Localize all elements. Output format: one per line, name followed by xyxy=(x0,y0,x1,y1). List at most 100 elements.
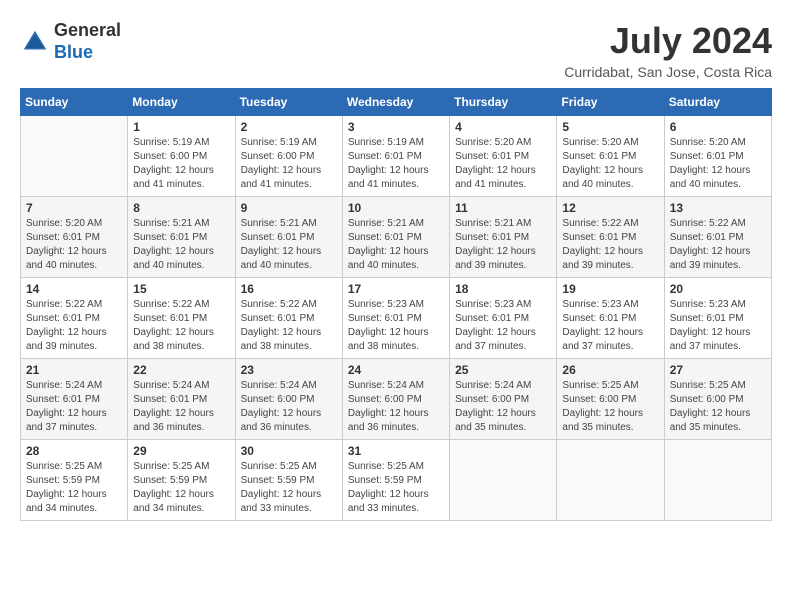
week-row-5: 28 Sunrise: 5:25 AM Sunset: 5:59 PM Dayli… xyxy=(21,440,772,521)
day-number: 28 xyxy=(26,444,122,458)
day-number: 17 xyxy=(348,282,444,296)
day-info: Sunrise: 5:24 AM Sunset: 6:01 PM Dayligh… xyxy=(26,379,122,435)
calendar-cell xyxy=(21,116,128,197)
day-info: Sunrise: 5:22 AM Sunset: 6:01 PM Dayligh… xyxy=(562,217,658,273)
column-header-thursday: Thursday xyxy=(450,89,557,116)
calendar-cell: 17 Sunrise: 5:23 AM Sunset: 6:01 PM Dayli… xyxy=(342,278,449,359)
day-number: 13 xyxy=(670,201,766,215)
calendar-cell: 18 Sunrise: 5:23 AM Sunset: 6:01 PM Dayli… xyxy=(450,278,557,359)
calendar-cell: 16 Sunrise: 5:22 AM Sunset: 6:01 PM Dayli… xyxy=(235,278,342,359)
day-info: Sunrise: 5:20 AM Sunset: 6:01 PM Dayligh… xyxy=(26,217,122,273)
calendar-cell: 19 Sunrise: 5:23 AM Sunset: 6:01 PM Dayli… xyxy=(557,278,664,359)
calendar-cell: 3Sunrise: 5:19 AM Sunset: 6:01 PM Daylig… xyxy=(342,116,449,197)
day-info: Sunrise: 5:25 AM Sunset: 6:00 PM Dayligh… xyxy=(562,379,658,435)
title-section: July 2024 Curridabat, San Jose, Costa Ri… xyxy=(564,20,772,80)
day-number: 11 xyxy=(455,201,551,215)
day-number: 19 xyxy=(562,282,658,296)
day-info: Sunrise: 5:25 AM Sunset: 5:59 PM Dayligh… xyxy=(133,460,229,516)
day-info: Sunrise: 5:20 AM Sunset: 6:01 PM Dayligh… xyxy=(455,136,551,192)
day-number: 22 xyxy=(133,363,229,377)
week-row-3: 14 Sunrise: 5:22 AM Sunset: 6:01 PM Dayli… xyxy=(21,278,772,359)
calendar-cell: 7 Sunrise: 5:20 AM Sunset: 6:01 PM Daylig… xyxy=(21,197,128,278)
day-info: Sunrise: 5:25 AM Sunset: 6:00 PM Dayligh… xyxy=(670,379,766,435)
calendar-table: SundayMondayTuesdayWednesdayThursdayFrid… xyxy=(20,88,772,521)
calendar-cell: 25Sunrise: 5:24 AM Sunset: 6:00 PM Dayli… xyxy=(450,359,557,440)
calendar-cell: 11Sunrise: 5:21 AM Sunset: 6:01 PM Dayli… xyxy=(450,197,557,278)
calendar-cell: 12 Sunrise: 5:22 AM Sunset: 6:01 PM Dayli… xyxy=(557,197,664,278)
week-row-1: 1 Sunrise: 5:19 AM Sunset: 6:00 PM Daylig… xyxy=(21,116,772,197)
calendar-header-row: SundayMondayTuesdayWednesdayThursdayFrid… xyxy=(21,89,772,116)
day-number: 10 xyxy=(348,201,444,215)
calendar-cell: 15 Sunrise: 5:22 AM Sunset: 6:01 PM Dayli… xyxy=(128,278,235,359)
calendar-cell: 9 Sunrise: 5:21 AM Sunset: 6:01 PM Daylig… xyxy=(235,197,342,278)
day-number: 2 xyxy=(241,120,337,134)
day-info: Sunrise: 5:22 AM Sunset: 6:01 PM Dayligh… xyxy=(241,298,337,354)
day-info: Sunrise: 5:21 AM Sunset: 6:01 PM Dayligh… xyxy=(241,217,337,273)
day-info: Sunrise: 5:22 AM Sunset: 6:01 PM Dayligh… xyxy=(133,298,229,354)
day-info: Sunrise: 5:20 AM Sunset: 6:01 PM Dayligh… xyxy=(562,136,658,192)
day-number: 7 xyxy=(26,201,122,215)
day-info: Sunrise: 5:24 AM Sunset: 6:00 PM Dayligh… xyxy=(455,379,551,435)
calendar-cell: 29 Sunrise: 5:25 AM Sunset: 5:59 PM Dayli… xyxy=(128,440,235,521)
day-info: Sunrise: 5:21 AM Sunset: 6:01 PM Dayligh… xyxy=(133,217,229,273)
week-row-4: 21Sunrise: 5:24 AM Sunset: 6:01 PM Dayli… xyxy=(21,359,772,440)
day-number: 12 xyxy=(562,201,658,215)
day-number: 23 xyxy=(241,363,337,377)
location: Curridabat, San Jose, Costa Rica xyxy=(564,64,772,80)
day-info: Sunrise: 5:23 AM Sunset: 6:01 PM Dayligh… xyxy=(562,298,658,354)
day-info: Sunrise: 5:23 AM Sunset: 6:01 PM Dayligh… xyxy=(455,298,551,354)
day-number: 1 xyxy=(133,120,229,134)
calendar-cell: 5 Sunrise: 5:20 AM Sunset: 6:01 PM Daylig… xyxy=(557,116,664,197)
calendar-cell: 1 Sunrise: 5:19 AM Sunset: 6:00 PM Daylig… xyxy=(128,116,235,197)
day-number: 20 xyxy=(670,282,766,296)
calendar-cell xyxy=(557,440,664,521)
day-number: 5 xyxy=(562,120,658,134)
day-number: 18 xyxy=(455,282,551,296)
day-number: 9 xyxy=(241,201,337,215)
day-number: 30 xyxy=(241,444,337,458)
day-info: Sunrise: 5:23 AM Sunset: 6:01 PM Dayligh… xyxy=(670,298,766,354)
calendar-cell xyxy=(664,440,771,521)
day-number: 26 xyxy=(562,363,658,377)
day-info: Sunrise: 5:22 AM Sunset: 6:01 PM Dayligh… xyxy=(670,217,766,273)
day-info: Sunrise: 5:19 AM Sunset: 6:00 PM Dayligh… xyxy=(133,136,229,192)
calendar-cell: 31 Sunrise: 5:25 AM Sunset: 5:59 PM Dayli… xyxy=(342,440,449,521)
day-number: 15 xyxy=(133,282,229,296)
column-header-monday: Monday xyxy=(128,89,235,116)
day-info: Sunrise: 5:20 AM Sunset: 6:01 PM Dayligh… xyxy=(670,136,766,192)
day-info: Sunrise: 5:19 AM Sunset: 6:01 PM Dayligh… xyxy=(348,136,444,192)
calendar-cell: 22 Sunrise: 5:24 AM Sunset: 6:01 PM Dayli… xyxy=(128,359,235,440)
calendar-cell: 4 Sunrise: 5:20 AM Sunset: 6:01 PM Daylig… xyxy=(450,116,557,197)
calendar-cell xyxy=(450,440,557,521)
logo-icon xyxy=(20,27,50,57)
day-number: 31 xyxy=(348,444,444,458)
calendar-cell: 8Sunrise: 5:21 AM Sunset: 6:01 PM Daylig… xyxy=(128,197,235,278)
day-info: Sunrise: 5:24 AM Sunset: 6:01 PM Dayligh… xyxy=(133,379,229,435)
day-number: 14 xyxy=(26,282,122,296)
day-info: Sunrise: 5:25 AM Sunset: 5:59 PM Dayligh… xyxy=(26,460,122,516)
calendar-cell: 13 Sunrise: 5:22 AM Sunset: 6:01 PM Dayli… xyxy=(664,197,771,278)
column-header-wednesday: Wednesday xyxy=(342,89,449,116)
day-number: 29 xyxy=(133,444,229,458)
month-title: July 2024 xyxy=(564,20,772,62)
column-header-tuesday: Tuesday xyxy=(235,89,342,116)
day-number: 16 xyxy=(241,282,337,296)
day-number: 27 xyxy=(670,363,766,377)
calendar-cell: 24Sunrise: 5:24 AM Sunset: 6:00 PM Dayli… xyxy=(342,359,449,440)
day-info: Sunrise: 5:25 AM Sunset: 5:59 PM Dayligh… xyxy=(348,460,444,516)
column-header-friday: Friday xyxy=(557,89,664,116)
day-info: Sunrise: 5:21 AM Sunset: 6:01 PM Dayligh… xyxy=(348,217,444,273)
day-info: Sunrise: 5:19 AM Sunset: 6:00 PM Dayligh… xyxy=(241,136,337,192)
calendar-cell: 14 Sunrise: 5:22 AM Sunset: 6:01 PM Dayli… xyxy=(21,278,128,359)
day-info: Sunrise: 5:22 AM Sunset: 6:01 PM Dayligh… xyxy=(26,298,122,354)
day-number: 6 xyxy=(670,120,766,134)
calendar-cell: 28 Sunrise: 5:25 AM Sunset: 5:59 PM Dayli… xyxy=(21,440,128,521)
calendar-cell: 10 Sunrise: 5:21 AM Sunset: 6:01 PM Dayli… xyxy=(342,197,449,278)
calendar-cell: 30 Sunrise: 5:25 AM Sunset: 5:59 PM Dayli… xyxy=(235,440,342,521)
logo-text: General Blue xyxy=(54,20,121,63)
day-info: Sunrise: 5:23 AM Sunset: 6:01 PM Dayligh… xyxy=(348,298,444,354)
calendar-cell: 2 Sunrise: 5:19 AM Sunset: 6:00 PM Daylig… xyxy=(235,116,342,197)
day-number: 4 xyxy=(455,120,551,134)
day-number: 24 xyxy=(348,363,444,377)
day-info: Sunrise: 5:25 AM Sunset: 5:59 PM Dayligh… xyxy=(241,460,337,516)
